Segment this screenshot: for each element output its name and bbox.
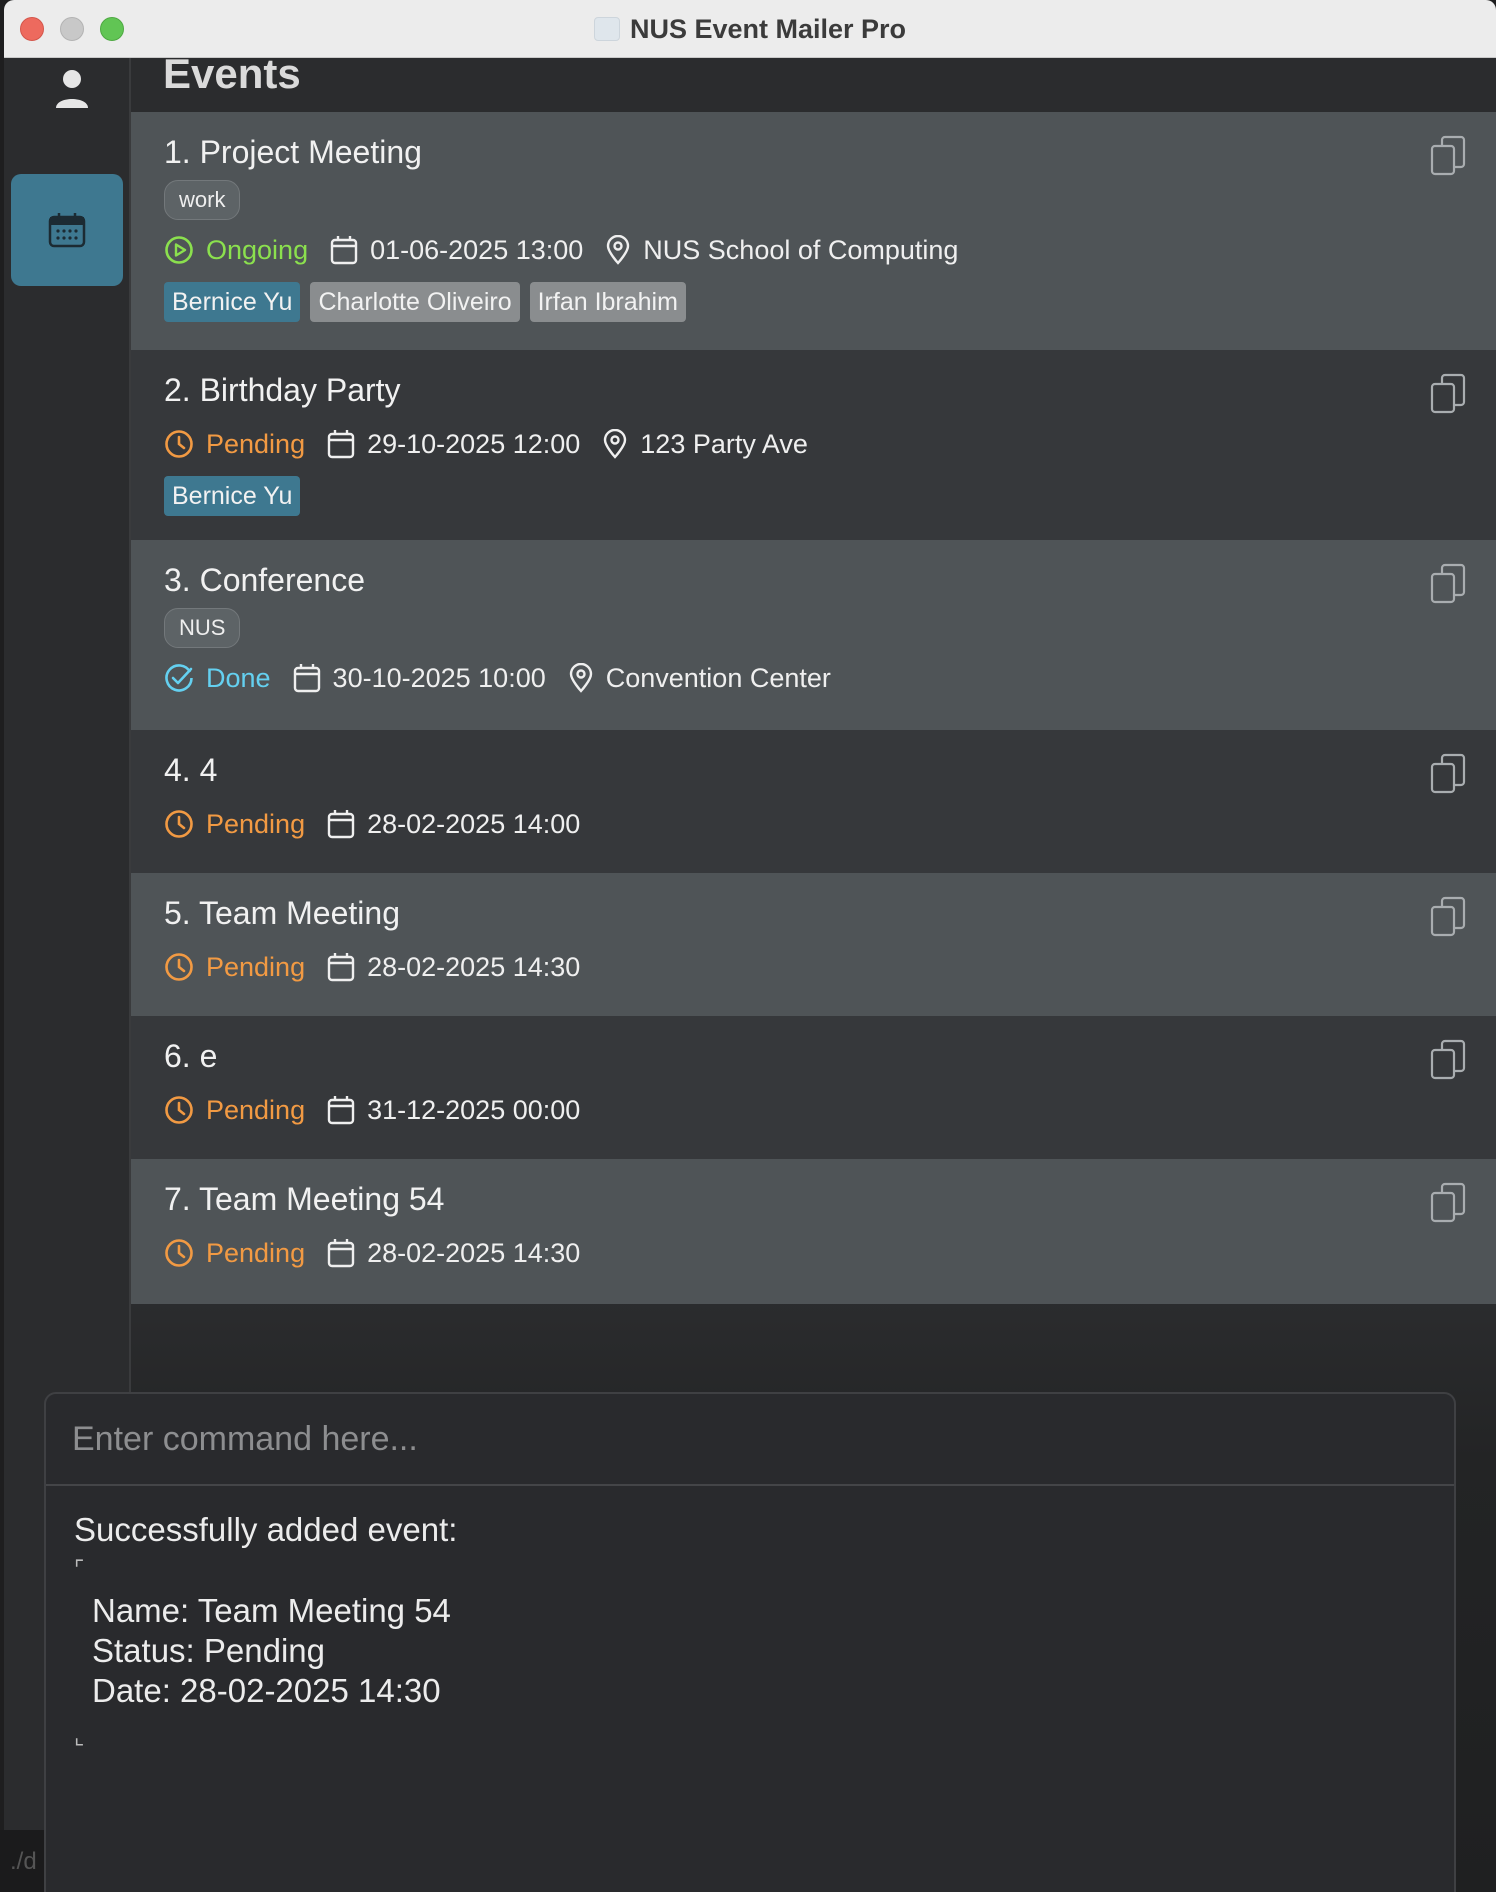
event-card[interactable]: 5. Team Meeting Pending 28-02-2025 14:30 — [131, 873, 1496, 1016]
attendee-chip[interactable]: Bernice Yu — [164, 282, 301, 322]
command-panel: Successfully added event: ⌜ Name: Team M… — [44, 1392, 1456, 1892]
clock-icon — [165, 953, 193, 981]
result-line: Name: Team Meeting 54 — [92, 1592, 451, 1629]
sidebar-item-events[interactable] — [11, 174, 123, 286]
status-badge: Pending — [164, 429, 305, 460]
event-title: 4. 4 — [164, 752, 218, 788]
event-tag: NUS — [164, 608, 241, 648]
result-bracket-close: ⌞ — [74, 1724, 85, 1749]
event-card[interactable]: 2. Birthday Party Pending 29-10-2025 12:… — [131, 350, 1496, 540]
attendee-list: Bernice Yu Charlotte Oliveiro Irfan Ibra… — [164, 282, 686, 322]
event-tag: work — [164, 180, 241, 220]
calendar-icon — [327, 953, 355, 982]
play-circle-icon — [165, 236, 193, 264]
event-title: 7. Team Meeting 54 — [164, 1181, 445, 1217]
result-line: Status: Pending — [92, 1632, 325, 1669]
event-location: Convention Center — [605, 662, 831, 693]
copy-icon[interactable] — [1428, 1038, 1468, 1082]
status-badge: Ongoing — [164, 235, 308, 266]
clock-icon — [165, 430, 193, 458]
event-location: 123 Party Ave — [640, 428, 808, 459]
event-card[interactable]: 1. Project Meeting work Ongoing 01-06-20… — [131, 112, 1496, 350]
status-badge: Pending — [164, 952, 305, 983]
copy-icon[interactable] — [1428, 895, 1468, 939]
event-date: 28-02-2025 14:00 — [367, 808, 581, 839]
copy-icon[interactable] — [1428, 562, 1468, 606]
clock-icon — [165, 1239, 193, 1267]
copy-icon[interactable] — [1428, 372, 1468, 416]
event-date: 01-06-2025 13:00 — [370, 234, 584, 265]
attendee-list: Bernice Yu — [164, 476, 301, 516]
event-title: 6. e — [164, 1038, 218, 1074]
event-card[interactable]: 7. Team Meeting 54 Pending 28-02-2025 14… — [131, 1159, 1496, 1304]
event-title: 2. Birthday Party — [164, 372, 401, 408]
status-bar-path: ./d — [10, 1848, 37, 1875]
check-circle-icon — [165, 664, 193, 692]
event-date: 29-10-2025 12:00 — [367, 428, 581, 459]
result-line: Date: 28-02-2025 14:30 — [92, 1672, 441, 1709]
status-badge: Pending — [164, 809, 305, 840]
calendar-icon — [327, 430, 355, 459]
event-title: 1. Project Meeting — [164, 134, 422, 170]
event-card[interactable]: 4. 4 Pending 28-02-2025 14:00 — [131, 730, 1496, 873]
copy-icon[interactable] — [1428, 752, 1468, 796]
event-card[interactable]: 6. e Pending 31-12-2025 00:00 — [131, 1016, 1496, 1159]
app-icon — [593, 17, 620, 41]
event-title: 5. Team Meeting — [164, 895, 400, 931]
calendar-icon — [327, 1239, 355, 1268]
status-badge: Pending — [164, 1095, 305, 1126]
event-card[interactable]: 3. Conference NUS Done 30-10-2025 10:00 … — [131, 540, 1496, 730]
result-header: Successfully added event: — [74, 1511, 458, 1548]
calendar-icon — [327, 810, 355, 839]
clock-icon — [165, 810, 193, 838]
calendar-icon — [330, 236, 358, 265]
person-icon[interactable] — [52, 66, 92, 112]
event-date: 28-02-2025 14:30 — [367, 1237, 581, 1268]
clock-icon — [165, 1096, 193, 1124]
event-title: 3. Conference — [164, 562, 366, 598]
status-badge: Done — [164, 663, 271, 694]
calendar-icon — [48, 213, 86, 248]
status-badge: Pending — [164, 1238, 305, 1269]
event-date: 28-02-2025 14:30 — [367, 951, 581, 982]
copy-icon[interactable] — [1428, 134, 1468, 178]
window-title: NUS Event Mailer Pro — [629, 13, 907, 44]
location-pin-icon — [569, 663, 592, 693]
event-location: NUS School of Computing — [643, 234, 959, 265]
page-title: Events — [163, 50, 301, 97]
attendee-chip[interactable]: Bernice Yu — [164, 476, 301, 516]
result-bracket-open: ⌜ — [74, 1556, 85, 1581]
command-input[interactable] — [46, 1394, 1454, 1486]
location-pin-icon — [604, 429, 627, 459]
event-date: 30-10-2025 10:00 — [332, 662, 546, 693]
event-date: 31-12-2025 00:00 — [367, 1094, 581, 1125]
attendee-chip[interactable]: Charlotte Oliveiro — [310, 282, 520, 322]
calendar-icon — [327, 1096, 355, 1125]
copy-icon[interactable] — [1428, 1181, 1468, 1225]
calendar-icon — [293, 664, 320, 693]
location-pin-icon — [607, 235, 630, 265]
attendee-chip[interactable]: Irfan Ibrahim — [529, 282, 686, 322]
